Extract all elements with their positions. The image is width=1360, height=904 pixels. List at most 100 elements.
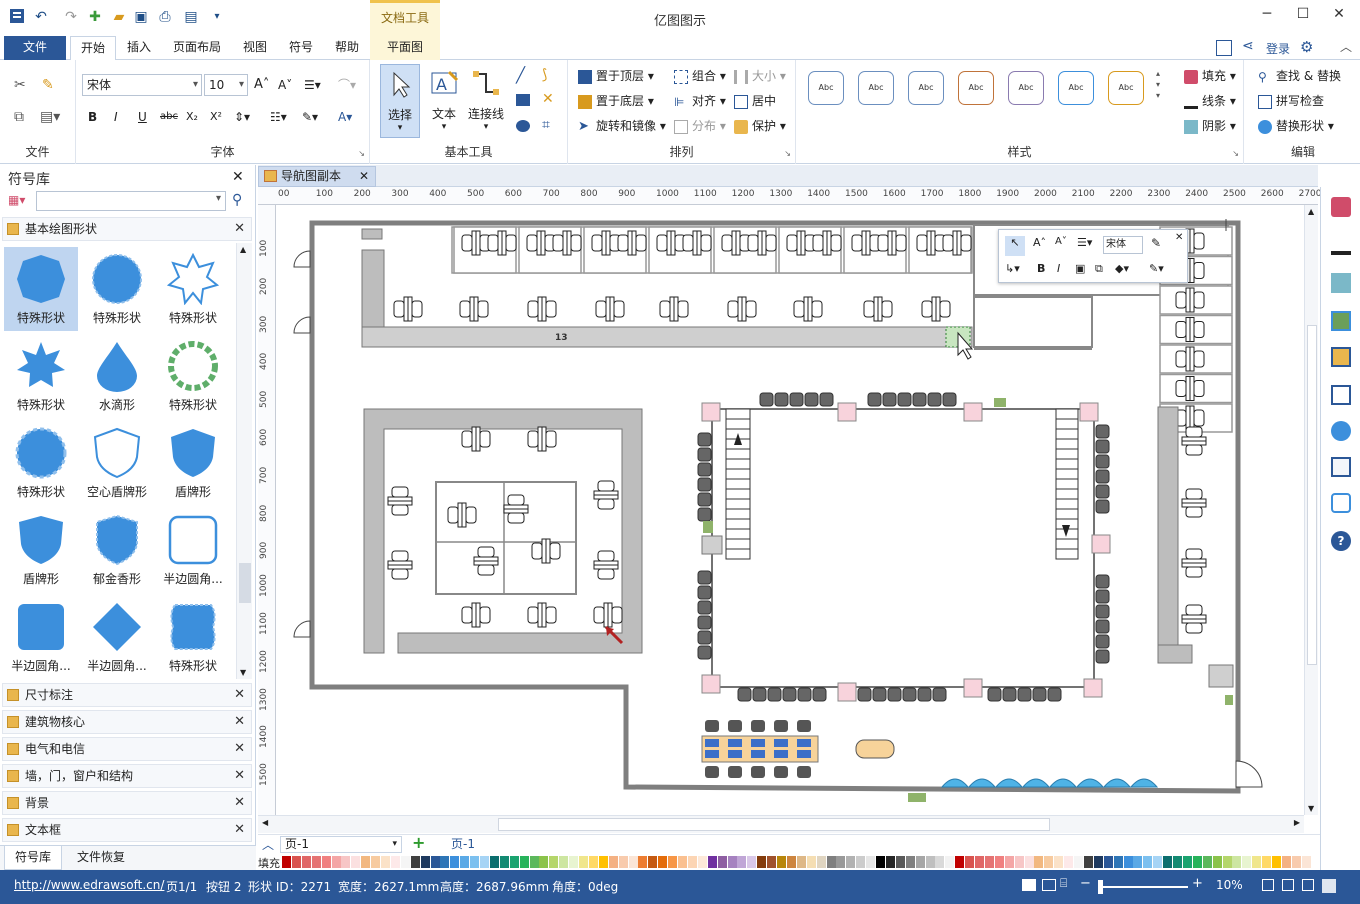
tab-floor-plan[interactable]: 平面图 [370,36,440,60]
color-swatch[interactable] [687,856,697,868]
color-swatch[interactable] [1291,856,1301,868]
page-tab-1[interactable]: 页-1 [438,835,488,854]
symbol-search-input[interactable]: ▾ [36,191,226,211]
shape-item[interactable]: 空心盾牌形 [80,421,154,505]
tab-insert[interactable]: 插入 [118,36,160,60]
color-swatch[interactable] [341,856,351,868]
layers-panel-icon[interactable] [1331,347,1351,367]
page-up-icon[interactable]: ︿ [262,836,274,853]
color-swatch[interactable] [1252,856,1262,868]
comment-panel-icon[interactable] [1331,493,1351,513]
color-swatch[interactable] [1054,856,1064,868]
italic-icon[interactable]: I [114,108,118,126]
color-swatch[interactable] [1064,856,1074,868]
category-basic-shapes[interactable]: 基本绘图形状 ✕ [2,217,252,241]
share-screen-icon[interactable] [1216,40,1232,56]
style-preset-2[interactable]: Abc [858,71,894,105]
category-walls-doors[interactable]: 墙，门，窗户和结构 ✕ [2,764,252,788]
login-button[interactable]: 登录 [1266,40,1290,57]
color-swatch[interactable] [1024,856,1034,868]
close-category-icon[interactable]: ✕ [234,218,245,240]
line-panel-icon[interactable] [1331,235,1351,255]
rotate-mirror-button[interactable]: ➤ 旋转和镜像 ▾ [578,117,666,135]
color-swatch[interactable] [1262,856,1272,868]
color-swatch[interactable] [1103,856,1113,868]
color-swatch[interactable] [1163,856,1173,868]
replace-shape-button[interactable]: 替换形状 ▾ [1258,117,1334,135]
color-swatch[interactable] [658,856,668,868]
shape-item[interactable]: 特殊形状 [156,595,230,679]
cross-tool-icon[interactable]: ✕ [542,90,554,108]
color-swatch[interactable] [1173,856,1182,868]
color-swatch[interactable] [905,856,915,868]
font-color-icon[interactable]: A▾ [338,108,352,126]
shape-grid-scrollbar[interactable]: ▲ ▼ [236,243,252,679]
shape-item[interactable]: 郁金香形 [80,508,154,592]
document-tab[interactable]: 导航图副本 ✕ [258,166,376,187]
mini-grow-font-icon[interactable]: A˄ [1033,236,1046,249]
color-swatch[interactable] [390,856,400,868]
connector-tool-button[interactable]: 连接线 ▾ [464,64,508,138]
color-swatch[interactable] [727,856,737,868]
mini-fill-icon[interactable]: ◆▾ [1115,262,1129,275]
color-swatch[interactable] [579,856,588,868]
line-spacing-icon[interactable]: ⌒▾ [338,76,356,94]
color-swatch[interactable] [836,856,846,868]
full-screen-icon[interactable] [1302,879,1314,891]
presentation-icon[interactable]: ⌸ [1060,876,1067,891]
format-painter-icon[interactable]: ✎ [42,76,54,94]
color-swatch[interactable] [559,856,569,868]
color-swatch[interactable] [351,856,361,868]
library-menu-icon[interactable]: ▦▾ [8,193,34,209]
color-swatch[interactable] [885,856,895,868]
size-button[interactable]: 大小 ▾ [734,67,786,85]
color-swatch[interactable] [955,856,965,868]
page-selector[interactable]: 页-1 ▾ [280,836,402,853]
close-category-icon[interactable]: ✕ [234,684,245,706]
color-swatch[interactable] [569,856,579,868]
strikethrough-icon[interactable]: abc [160,108,178,126]
color-swatch[interactable] [915,856,925,868]
color-swatch[interactable] [1093,856,1103,868]
bring-to-front-button[interactable]: 置于顶层 ▾ [578,67,654,85]
shape-item[interactable]: 水滴形 [80,334,154,418]
color-swatch[interactable] [499,856,509,868]
color-swatch[interactable] [1083,856,1093,868]
mini-shrink-font-icon[interactable]: A˅ [1055,236,1067,247]
color-swatch[interactable] [895,856,905,868]
color-swatch[interactable] [311,856,321,868]
shape-item[interactable]: 盾牌形 [156,421,230,505]
search-icon[interactable]: ⚲ [232,192,242,208]
category-textbox[interactable]: 文本框 ✕ [2,818,252,842]
tab-page-layout[interactable]: 页面布局 [166,36,228,60]
shape-item[interactable]: 半边圆角... [80,595,154,679]
color-swatch[interactable] [1123,856,1133,868]
color-swatch[interactable] [1281,856,1291,868]
fill-button[interactable]: 填充 ▾ [1184,67,1236,85]
color-swatch[interactable] [430,856,440,868]
minimize-icon[interactable]: ─ [1252,6,1282,26]
style-preset-4[interactable]: Abc [958,71,994,105]
color-swatch[interactable] [747,856,757,868]
add-page-icon[interactable]: + [412,833,425,852]
bold-icon[interactable]: B [88,108,97,126]
website-link[interactable]: http://www.edrawsoft.cn/ [14,878,164,892]
bullet-list-icon[interactable]: ☷▾ [270,108,287,126]
color-swatch[interactable] [1014,856,1024,868]
color-swatch[interactable] [282,856,291,868]
protect-button[interactable]: 保护 ▾ [734,117,786,135]
color-swatch[interactable] [1113,856,1123,868]
underline-icon[interactable]: U [138,108,147,126]
color-swatch[interactable] [757,856,767,868]
style-preset-3[interactable]: Abc [908,71,944,105]
font-dialog-launcher-icon[interactable]: ↘ [358,149,365,158]
color-swatch[interactable] [826,856,836,868]
superscript-icon[interactable]: X² [210,108,222,126]
color-swatch[interactable] [519,856,529,868]
shape-item[interactable]: 半边圆角... [4,595,78,679]
font-size-combo[interactable]: 10 [204,74,248,96]
line-button[interactable]: 线条 ▾ [1184,92,1236,110]
color-swatch[interactable] [1232,856,1242,868]
mini-select-icon[interactable]: ↖ [1005,236,1025,256]
copy-icon[interactable]: ⧉ [14,108,24,126]
